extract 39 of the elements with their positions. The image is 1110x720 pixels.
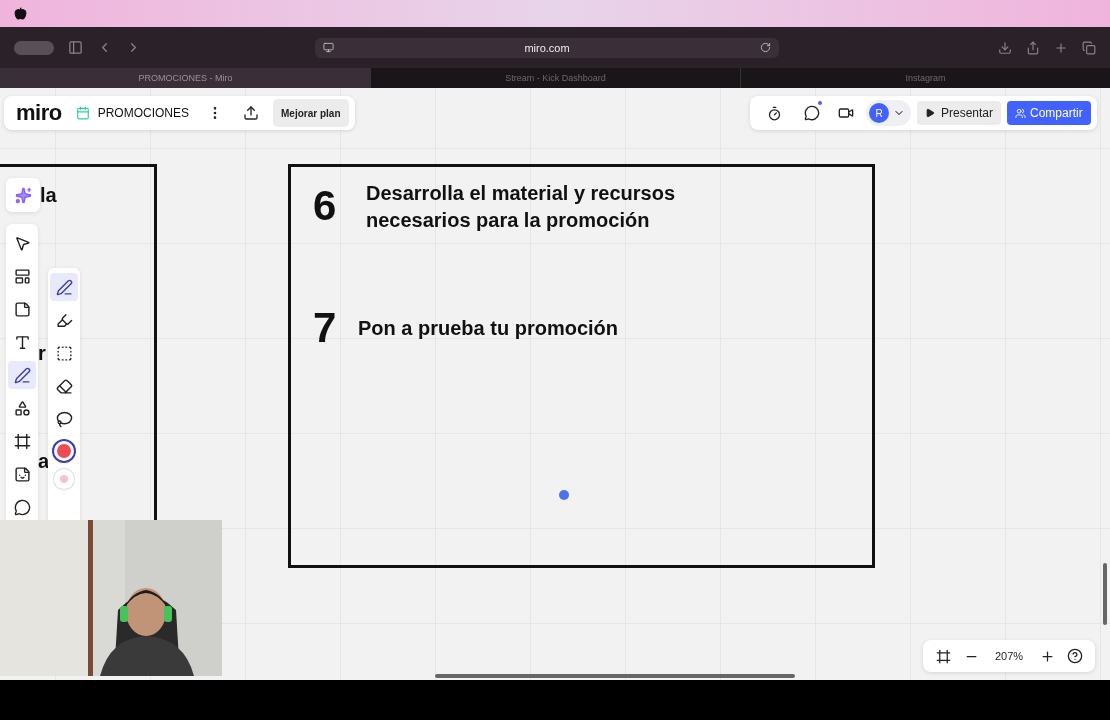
browser-tab[interactable]: PROMOCIONES - Miro: [0, 68, 370, 88]
present-button[interactable]: Presentar: [917, 101, 1002, 125]
board-icon: [75, 106, 90, 120]
sidebar-icon[interactable]: [68, 40, 83, 55]
people-icon: [1015, 107, 1027, 119]
board-canvas[interactable]: la r a 6 Desarrolla el material y recursos necesarios para la promoción 7 Pon a prueba tu promoción miro PROMOCIONES Mejorar plan R Presentar Compartir 207%: [0, 88, 1110, 680]
step-text: Pon a prueba tu promoción: [358, 316, 619, 341]
avatar[interactable]: R: [869, 103, 889, 123]
fit-icon[interactable]: [935, 648, 951, 664]
scrollbar[interactable]: [435, 674, 795, 678]
avatar-menu[interactable]: R: [866, 100, 911, 126]
board-name[interactable]: PROMOCIONES: [97, 106, 190, 120]
step-number: 7: [313, 304, 337, 352]
chat-icon[interactable]: [804, 105, 820, 121]
share-button[interactable]: Compartir: [1007, 101, 1091, 125]
tabs-icon[interactable]: [1082, 40, 1096, 55]
play-icon: [925, 108, 935, 118]
video-icon[interactable]: [838, 105, 854, 121]
frame-text: la: [40, 184, 57, 207]
address-bar[interactable]: miro.com: [315, 37, 779, 58]
upload-icon[interactable]: [243, 105, 260, 121]
cursor-dot: [559, 490, 569, 500]
pen-icon[interactable]: [8, 361, 36, 389]
miro-logo[interactable]: miro: [16, 100, 62, 126]
share-icon[interactable]: [1026, 40, 1040, 55]
zoom-level[interactable]: 207%: [995, 650, 1024, 662]
frame-text: a: [38, 450, 50, 473]
step-text: Desarrolla el material y recursos necesarios para la promoción: [366, 181, 677, 233]
zoom-in-icon[interactable]: [1039, 648, 1055, 664]
upgrade-button[interactable]: Mejorar plan: [273, 99, 349, 127]
frame-text: r: [38, 342, 46, 365]
timer-icon[interactable]: [766, 105, 782, 121]
download-icon[interactable]: [998, 40, 1012, 55]
sparkle-icon[interactable]: [14, 186, 32, 204]
help-icon[interactable]: [1067, 648, 1084, 664]
pen-icon[interactable]: [50, 273, 78, 301]
apple-icon[interactable]: [14, 7, 27, 20]
step-number: 6: [313, 182, 337, 230]
scrollbar[interactable]: [1103, 563, 1107, 625]
